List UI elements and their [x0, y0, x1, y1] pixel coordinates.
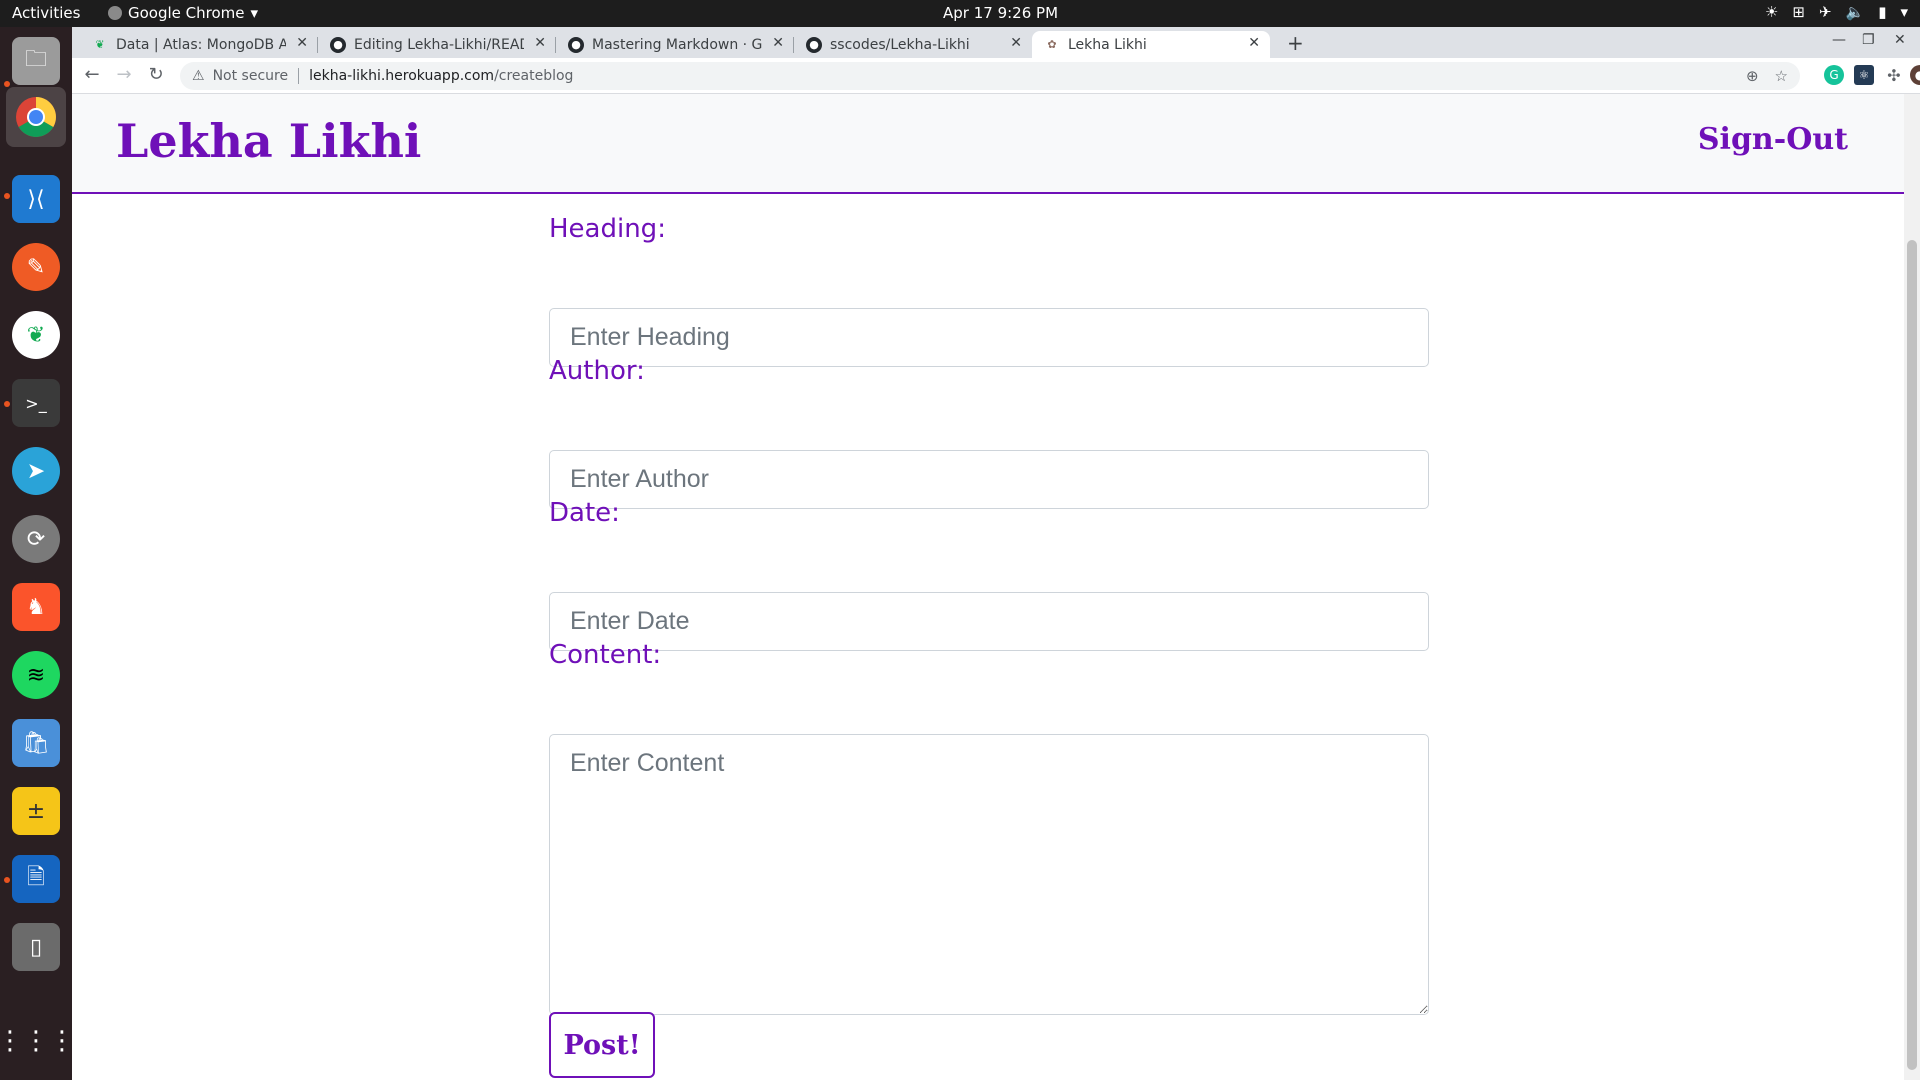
back-icon[interactable]: ← [80, 64, 104, 85]
app-menu[interactable]: Google Chrome ▾ [108, 4, 258, 22]
mongodb-compass-icon[interactable]: ❦ [12, 311, 60, 359]
site-brand[interactable]: Lekha Likhi [116, 114, 421, 168]
tab-title: sscodes/Lekha-Likhi [830, 36, 970, 53]
address-actions: ⊕ ☆ [1746, 67, 1788, 85]
clock[interactable]: Apr 17 9:26 PM [943, 4, 1058, 22]
minimize-icon[interactable]: — [1832, 32, 1846, 48]
puzzle-extensions-icon[interactable]: ✣ [1884, 65, 1904, 85]
chrome-dock-icon[interactable] [6, 87, 66, 147]
terminal-icon[interactable]: >_ [12, 379, 60, 427]
activities-button[interactable]: Activities [12, 4, 80, 22]
heading-label: Heading: [549, 214, 666, 244]
github-icon: ● [806, 36, 822, 53]
running-indicator [4, 401, 10, 407]
app-name: Google Chrome [128, 4, 245, 22]
mongodb-leaf-icon: ❦ [95, 38, 105, 51]
tab-sscodes-repo[interactable]: ● sscodes/Lekha-Likhi ✕ [794, 31, 1032, 58]
tab-editing-readme[interactable]: ● Editing Lekha-Likhi/READ ✕ [318, 31, 556, 58]
close-tab-icon[interactable]: ✕ [1010, 35, 1022, 51]
trash-icon[interactable]: ▯ [12, 923, 60, 971]
address-divider [298, 68, 300, 84]
scrollbar-thumb[interactable] [1907, 240, 1917, 1070]
close-tab-icon[interactable]: ✕ [1248, 35, 1260, 51]
chrome-window: ❦ Data | Atlas: MongoDB At ✕ ● Editing L… [72, 27, 1920, 1080]
grammarly-icon[interactable]: G [1824, 65, 1844, 85]
system-top-bar: Activities Google Chrome ▾ Apr 17 9:26 P… [0, 0, 1920, 27]
tab-mongodb-atlas[interactable]: ❦ Data | Atlas: MongoDB At ✕ [80, 31, 318, 58]
close-tab-icon[interactable]: ✕ [296, 35, 308, 51]
url-host: lekha-likhi.herokuapp.com [309, 68, 495, 84]
content-label: Content: [549, 640, 662, 670]
warning-icon: ⚠ [192, 68, 205, 84]
github-icon: ● [330, 36, 346, 53]
date-input[interactable] [549, 592, 1429, 651]
spotify-icon[interactable]: ≋ [12, 651, 60, 699]
vscode-icon[interactable]: ⟩⟨ [12, 175, 60, 223]
tab-title: Lekha Likhi [1068, 36, 1147, 53]
system-tray[interactable]: ☀ ⊞ ✈ 🔈 ▮ ▾ [1765, 3, 1908, 21]
bookmark-star-icon[interactable]: ☆ [1775, 67, 1788, 85]
author-input[interactable] [549, 450, 1429, 509]
url-path: /createblog [494, 68, 574, 84]
network-icon: ⊞ [1792, 3, 1805, 21]
tab-title: Mastering Markdown · Git [592, 36, 762, 53]
volume-icon: 🔈 [1845, 3, 1865, 21]
caret-down-icon: ▾ [250, 4, 259, 22]
restore-icon[interactable]: ❐ [1862, 32, 1875, 48]
content-textarea[interactable] [549, 734, 1429, 1015]
reload-icon[interactable]: ↻ [144, 64, 168, 85]
running-indicator [4, 193, 10, 199]
post-button[interactable]: Post! [549, 1012, 655, 1078]
postman-icon[interactable]: ✎ [12, 243, 60, 291]
tab-title: Data | Atlas: MongoDB At [116, 36, 286, 53]
airplane-icon: ✈ [1818, 3, 1832, 21]
close-tab-icon[interactable]: ✕ [772, 35, 784, 51]
telegram-icon[interactable]: ➤ [12, 447, 60, 495]
sign-out-link[interactable]: Sign-Out [1698, 122, 1848, 157]
dock: 🗀 ⟩⟨ ✎ ❦ >_ ➤ ⟳ ♞ ≋ 🛍 ± 🗎 ▯ ⋮⋮⋮ [0, 27, 75, 1080]
brightness-icon: ☀ [1764, 3, 1779, 21]
forward-icon[interactable]: → [112, 64, 136, 85]
battery-icon: ▮ [1878, 3, 1887, 21]
page-scrollbar[interactable] [1904, 94, 1920, 1080]
address-bar[interactable]: ⚠ Not secure lekha-likhi.herokuapp.com /… [180, 62, 1800, 90]
extension-icon[interactable]: ⚛ [1854, 65, 1874, 85]
tab-title: Editing Lekha-Likhi/READ [354, 36, 524, 53]
profile-avatar[interactable]: ● [1910, 65, 1920, 85]
running-indicator [4, 877, 10, 883]
new-tab-button[interactable]: + [1287, 31, 1304, 55]
site-icon: ✿ [1047, 38, 1057, 51]
brave-browser-icon[interactable]: ♞ [12, 583, 60, 631]
tab-mastering-markdown[interactable]: ● Mastering Markdown · Git ✕ [556, 31, 794, 58]
date-label: Date: [549, 498, 620, 528]
author-label: Author: [549, 356, 645, 386]
show-applications-icon[interactable]: ⋮⋮⋮ [0, 1017, 75, 1065]
zoom-icon[interactable]: ⊕ [1746, 67, 1759, 85]
power-menu-icon: ▾ [1900, 3, 1908, 21]
close-tab-icon[interactable]: ✕ [534, 35, 546, 51]
running-indicator [4, 81, 10, 87]
libreoffice-writer-icon[interactable]: 🗎 [12, 855, 60, 903]
software-store-icon[interactable]: 🛍 [12, 719, 60, 767]
site-navbar: Lekha Likhi Sign-Out [72, 94, 1904, 194]
chrome-logo-icon [16, 97, 56, 137]
github-icon: ● [568, 36, 584, 53]
files-icon[interactable]: 🗀 [12, 37, 60, 85]
security-status[interactable]: Not secure [213, 68, 289, 84]
heading-input[interactable] [549, 308, 1429, 367]
chrome-small-icon [108, 6, 122, 20]
window-close-icon[interactable]: ✕ [1894, 32, 1906, 48]
tab-strip: ❦ Data | Atlas: MongoDB At ✕ ● Editing L… [72, 27, 1920, 58]
software-updater-icon[interactable]: ⟳ [12, 515, 60, 563]
page-viewport: Lekha Likhi Sign-Out Heading: Author: Da… [72, 94, 1920, 1080]
browser-toolbar: ← → ↻ ⚠ Not secure lekha-likhi.herokuapp… [72, 58, 1920, 94]
tab-lekha-likhi[interactable]: ✿ Lekha Likhi ✕ [1032, 31, 1270, 58]
calculator-icon[interactable]: ± [12, 787, 60, 835]
